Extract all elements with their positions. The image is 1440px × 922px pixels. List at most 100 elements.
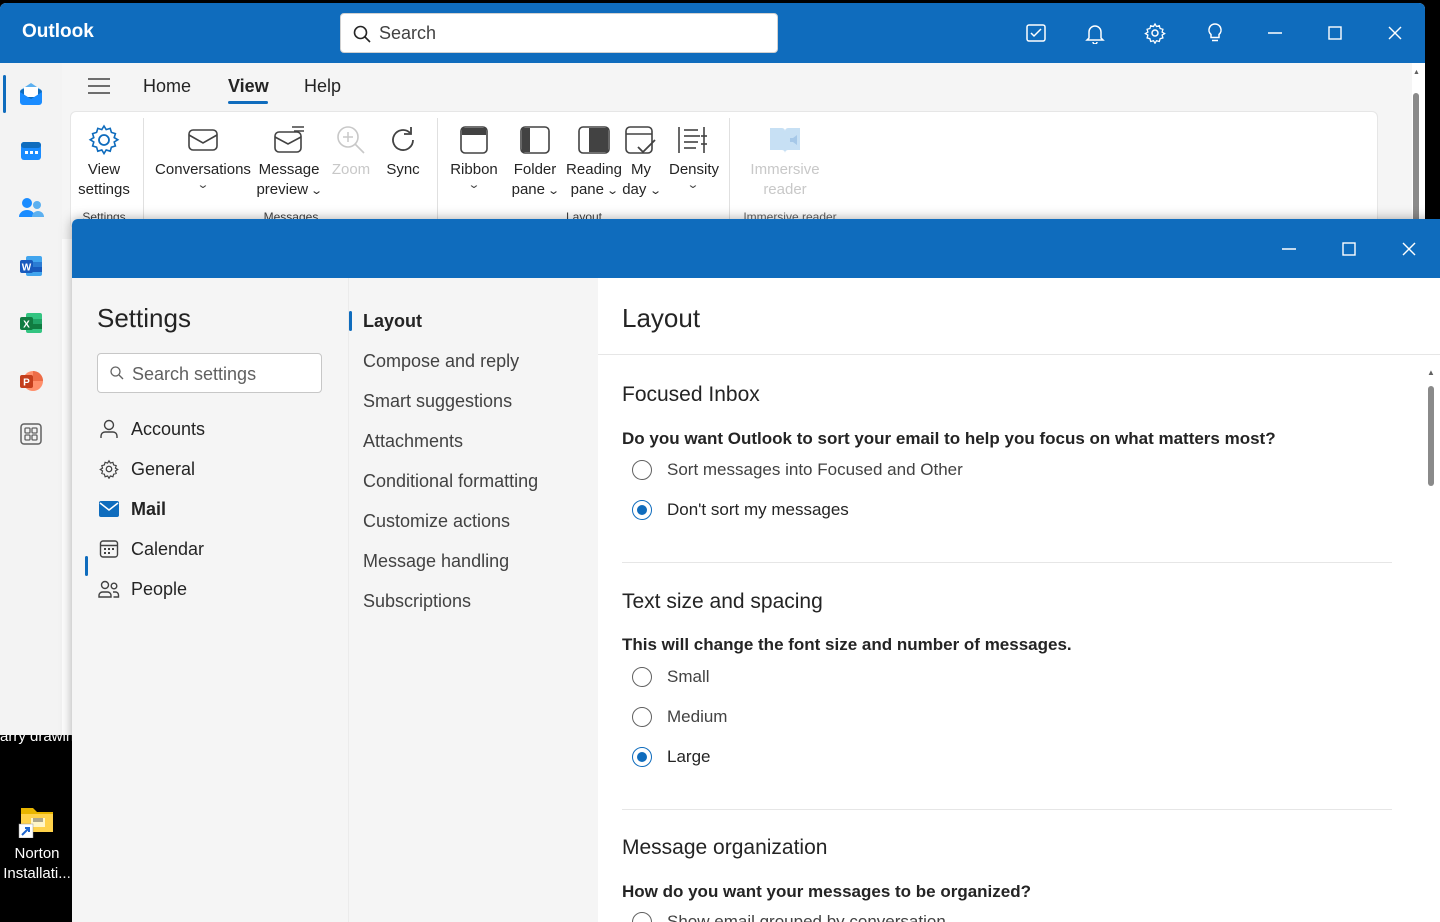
nav-item-calendar[interactable]: Calendar bbox=[97, 531, 327, 567]
close-icon[interactable] bbox=[1383, 21, 1407, 45]
subnav-item-smart-suggestions[interactable]: Smart suggestions bbox=[363, 391, 512, 412]
settings-titlebar bbox=[72, 219, 1440, 278]
ribbon-layout-icon bbox=[447, 120, 501, 160]
reading-pane-button[interactable]: Reading pane ⌄ bbox=[561, 120, 627, 201]
my-day-icon bbox=[621, 120, 661, 160]
radio-medium[interactable]: Medium bbox=[632, 705, 727, 729]
immersive-reader-button[interactable]: Immersive reader bbox=[747, 120, 823, 200]
sync-button[interactable]: Sync bbox=[381, 120, 425, 180]
radio-button[interactable] bbox=[632, 707, 652, 727]
subnav-item-layout[interactable]: Layout bbox=[363, 311, 422, 332]
my-day-button[interactable]: My day ⌄ bbox=[621, 120, 662, 201]
folder-shortcut-icon bbox=[17, 798, 57, 839]
scrollbar-thumb[interactable] bbox=[1428, 386, 1434, 486]
ribbon-divider bbox=[143, 118, 144, 224]
nav-item-general[interactable]: General bbox=[97, 451, 327, 487]
maximize-icon[interactable] bbox=[1323, 21, 1347, 45]
outlook-scrollbar[interactable]: ▲ bbox=[1411, 65, 1423, 233]
mail-icon[interactable] bbox=[14, 77, 48, 111]
minimize-icon[interactable] bbox=[1263, 21, 1287, 45]
subnav-item-message-handling[interactable]: Message handling bbox=[363, 551, 509, 572]
people-icon[interactable] bbox=[14, 191, 48, 225]
radio-large[interactable]: Large bbox=[632, 745, 710, 769]
word-icon[interactable]: W bbox=[14, 249, 48, 283]
radio-button-checked[interactable] bbox=[632, 500, 652, 520]
ribbon-divider bbox=[437, 118, 438, 224]
settings-nav: Settings Accounts General Mail bbox=[72, 278, 348, 922]
lightbulb-icon[interactable] bbox=[1203, 21, 1227, 45]
sync-icon bbox=[381, 120, 425, 160]
subnav-active-indicator bbox=[349, 311, 352, 331]
gear-icon[interactable] bbox=[1143, 21, 1167, 45]
radio-button[interactable] bbox=[632, 460, 652, 480]
svg-text:P: P bbox=[23, 378, 30, 389]
radio-button[interactable] bbox=[632, 912, 652, 922]
settings-dialog: Settings Accounts General Mail bbox=[72, 219, 1440, 922]
folder-pane-button[interactable]: Folder pane ⌄ bbox=[505, 120, 565, 201]
message-org-question: How do you want your messages to be orga… bbox=[622, 882, 1032, 901]
radio-label: Show email grouped by conversation bbox=[667, 912, 946, 922]
immersive-reader-label: Immersive bbox=[750, 161, 820, 178]
radio-grouped-by-conversation[interactable]: Show email grouped by conversation bbox=[632, 910, 946, 922]
nav-item-people[interactable]: People bbox=[97, 571, 327, 607]
text-size-question: This will change the font size and numbe… bbox=[622, 635, 1072, 654]
zoom-icon bbox=[331, 120, 371, 160]
chevron-down-icon: ⌄ bbox=[467, 179, 481, 191]
ribbon-layout-button[interactable]: Ribbon ⌄ bbox=[447, 120, 501, 191]
radio-button-checked[interactable] bbox=[632, 747, 652, 767]
tab-help[interactable]: Help bbox=[304, 76, 341, 97]
norton-installer-shortcut[interactable]: Norton Installati... bbox=[0, 794, 74, 884]
excel-icon[interactable]: X bbox=[14, 306, 48, 340]
nav-item-label: General bbox=[131, 458, 196, 479]
subnav-item-conditional-formatting[interactable]: Conditional formatting bbox=[363, 471, 538, 492]
maximize-icon[interactable] bbox=[1339, 239, 1359, 259]
radio-small[interactable]: Small bbox=[632, 665, 710, 689]
scroll-up-arrow-icon[interactable]: ▲ bbox=[1427, 368, 1435, 377]
subnav-item-compose-and-reply[interactable]: Compose and reply bbox=[363, 351, 519, 372]
subnav-item-subscriptions[interactable]: Subscriptions bbox=[363, 591, 471, 612]
radio-sort-focused-other[interactable]: Sort messages into Focused and Other bbox=[632, 458, 963, 482]
settings-search-box[interactable] bbox=[97, 353, 322, 393]
close-icon[interactable] bbox=[1399, 239, 1419, 259]
apps-icon[interactable] bbox=[14, 417, 48, 451]
scrollbar-thumb[interactable] bbox=[1413, 93, 1419, 233]
settings-search-input[interactable] bbox=[132, 363, 312, 385]
subnav-item-attachments[interactable]: Attachments bbox=[363, 431, 463, 452]
people-icon bbox=[97, 579, 121, 599]
gear-icon bbox=[75, 120, 133, 160]
sync-label: Sync bbox=[386, 161, 420, 178]
divider bbox=[622, 809, 1392, 810]
calendar-icon[interactable] bbox=[14, 134, 48, 168]
bell-icon[interactable] bbox=[1083, 21, 1107, 45]
nav-item-label: People bbox=[131, 578, 188, 599]
ribbon-divider bbox=[729, 118, 730, 224]
density-button[interactable]: Density ⌄ bbox=[669, 120, 719, 191]
hamburger-menu-icon[interactable] bbox=[88, 77, 110, 100]
envelope-icon bbox=[155, 120, 251, 160]
gear-icon bbox=[97, 459, 121, 479]
conversations-button[interactable]: Conversations ⌄ bbox=[155, 120, 251, 191]
nav-item-mail[interactable]: Mail bbox=[97, 491, 327, 527]
my-day-icon[interactable] bbox=[1024, 21, 1048, 45]
zoom-button[interactable]: Zoom bbox=[331, 120, 371, 180]
subnav-item-customize-actions[interactable]: Customize actions bbox=[363, 511, 510, 532]
radio-dont-sort[interactable]: Don't sort my messages bbox=[632, 498, 849, 522]
minimize-icon[interactable] bbox=[1279, 239, 1299, 259]
radio-label: Don't sort my messages bbox=[667, 500, 849, 519]
view-settings-label: View bbox=[87, 161, 121, 178]
powerpoint-icon[interactable]: P bbox=[14, 364, 48, 398]
tab-home[interactable]: Home bbox=[143, 76, 191, 97]
content-scrollbar[interactable]: ▲ bbox=[1424, 364, 1438, 922]
radio-button[interactable] bbox=[632, 667, 652, 687]
reading-pane-label: Reading bbox=[566, 161, 622, 178]
search-box[interactable] bbox=[340, 13, 778, 53]
message-preview-button[interactable]: Message preview ⌄ bbox=[255, 120, 323, 201]
scroll-up-arrow-icon[interactable]: ▲ bbox=[1413, 69, 1420, 76]
nav-item-accounts[interactable]: Accounts bbox=[97, 411, 327, 447]
settings-title: Settings bbox=[97, 303, 191, 333]
tab-view[interactable]: View bbox=[228, 76, 269, 97]
zoom-label: Zoom bbox=[331, 161, 371, 178]
ribbon-tabs: Home View Help bbox=[62, 63, 1412, 109]
search-input[interactable] bbox=[379, 22, 759, 44]
view-settings-button[interactable]: View settings bbox=[75, 120, 133, 200]
